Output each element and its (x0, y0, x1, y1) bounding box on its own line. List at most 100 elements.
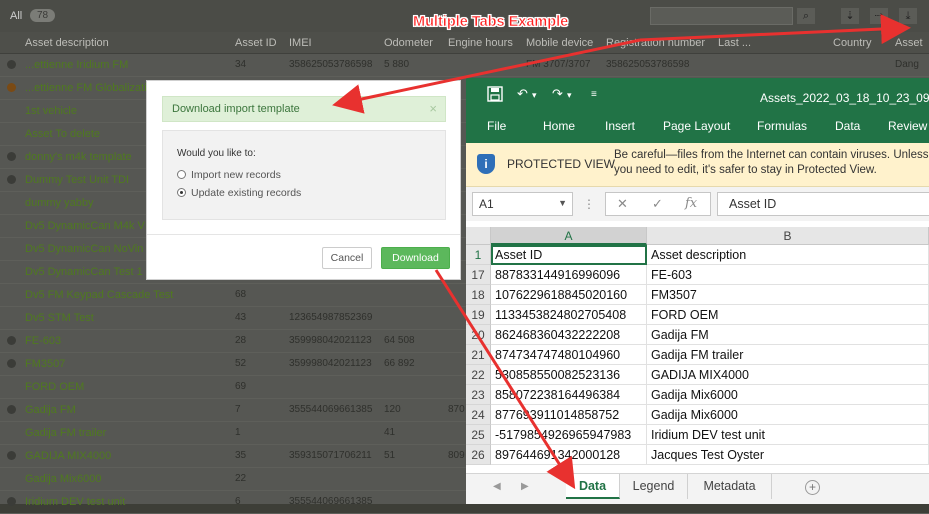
cell-asset-description[interactable]: Gadija FM (647, 325, 929, 345)
cell-asset-id[interactable]: 1133453824802705408 (491, 305, 647, 325)
next-sheet-icon[interactable]: ▶ (521, 481, 529, 492)
cell-asset-description[interactable]: Gadija Mix6000 (647, 405, 929, 425)
asset-name-cell[interactable]: Dv5 DynamicCan Test 1 V (25, 266, 153, 278)
row-header[interactable]: 1 (466, 245, 491, 265)
download-icon[interactable]: ⤓ (899, 8, 917, 24)
function-icon[interactable]: fx (685, 196, 697, 211)
check-icon[interactable]: ✓ (652, 196, 663, 212)
menu-home[interactable]: Home (543, 119, 575, 133)
cell-asset-id[interactable]: 858072238164496384 (491, 385, 647, 405)
row-header[interactable]: 18 (466, 285, 491, 305)
redo-icon[interactable]: ↷ (552, 86, 563, 102)
menu-formulas[interactable]: Formulas (757, 119, 807, 133)
cell-asset-id[interactable]: 1076229618845020160 (491, 285, 647, 305)
asset-name-cell[interactable]: Gadija FM (25, 404, 76, 416)
sheet-tab-legend[interactable]: Legend (620, 474, 688, 499)
cell-asset-description[interactable]: Gadija Mix6000 (647, 385, 929, 405)
asset-name-cell[interactable]: Dv5 DynamicCan NoVin (25, 243, 143, 255)
prev-sheet-icon[interactable]: ◀ (493, 481, 501, 492)
cell-asset-description[interactable]: FORD OEM (647, 305, 929, 325)
cancel-button[interactable]: Cancel (322, 247, 372, 269)
download-button[interactable]: Download (381, 247, 450, 269)
cell-asset-description[interactable]: GADIJA MIX4000 (647, 365, 929, 385)
asset-name-cell[interactable]: Dv5 FM Keypad Cascade Test (25, 289, 173, 301)
asset-name-cell[interactable]: Gadija Mix6000 (25, 473, 101, 485)
column-header-a[interactable]: A (491, 227, 647, 245)
undo-dropdown-icon[interactable]: ▾ (532, 90, 537, 101)
sheet-tab-metadata[interactable]: Metadata (688, 474, 772, 499)
col-odometer[interactable]: Odometer (384, 37, 433, 49)
row-header[interactable]: 22 (466, 365, 491, 385)
asset-name-cell[interactable]: 1st vehicle (25, 105, 77, 117)
row-header[interactable]: 19 (466, 305, 491, 325)
asset-name-cell[interactable]: ...ettienne FM Globalization (25, 82, 159, 94)
cell-asset-description[interactable]: Jacques Test Oyster (647, 445, 929, 465)
asset-name-cell[interactable]: Iridium DEV test unit (25, 496, 125, 508)
radio-update-existing[interactable] (177, 188, 186, 197)
asset-name-cell[interactable]: Gadija FM trailer (25, 427, 106, 439)
option-import-new[interactable]: Import new records (177, 169, 281, 181)
cell-asset-description[interactable]: FE-603 (647, 265, 929, 285)
undo-icon[interactable]: ↶ (517, 86, 528, 102)
asset-name-cell[interactable]: dummy yabby (25, 197, 93, 209)
asset-name-cell[interactable]: GADIJA MIX4000 (25, 450, 111, 462)
save-icon[interactable] (487, 86, 503, 105)
row-header[interactable]: 25 (466, 425, 491, 445)
col-asset-description[interactable]: Asset description (25, 37, 109, 49)
cell-asset-id[interactable]: Asset ID (491, 245, 647, 265)
tab-all[interactable]: All (10, 10, 22, 22)
asset-name-cell[interactable]: FE-603 (25, 335, 61, 347)
radio-import-new[interactable] (177, 170, 186, 179)
cell-asset-id[interactable]: 874734747480104960 (491, 345, 647, 365)
export-icon[interactable]: ⇢ (870, 8, 888, 24)
menu-insert[interactable]: Insert (605, 119, 635, 133)
col-mobile-device[interactable]: Mobile device (526, 37, 593, 49)
asset-name-cell[interactable]: FM3507 (25, 358, 65, 370)
row-header[interactable]: 24 (466, 405, 491, 425)
asset-name-cell[interactable]: ...ettienne Iridium FM (25, 59, 128, 71)
asset-name-cell[interactable]: Dv5 STM Test (25, 312, 94, 324)
col-engine-hours[interactable]: Engine hours (448, 37, 513, 49)
col-asset[interactable]: Asset (895, 37, 923, 49)
cell-asset-id[interactable]: 877693911014858752 (491, 405, 647, 425)
cell-asset-id[interactable]: -5179854926965947983 (491, 425, 647, 445)
cell-asset-description[interactable]: Asset description (647, 245, 929, 265)
row-header[interactable]: 20 (466, 325, 491, 345)
column-header-b[interactable]: B (647, 227, 929, 245)
cell-asset-description[interactable]: Gadija FM trailer (647, 345, 929, 365)
col-asset-id[interactable]: Asset ID (235, 37, 277, 49)
table-row[interactable]: ...ettienne Iridium FM 34 358625053786598 5… (0, 54, 929, 77)
customize-qat-icon[interactable]: ≡ (591, 89, 597, 100)
row-header[interactable]: 26 (466, 445, 491, 465)
cell-asset-id[interactable]: 862468360432222208 (491, 325, 647, 345)
cancel-icon[interactable]: ✕ (617, 196, 628, 212)
option-update-existing[interactable]: Update existing records (177, 187, 301, 199)
search-icon[interactable]: ⌕ (797, 8, 815, 24)
menu-page-layout[interactable]: Page Layout (663, 119, 730, 133)
search-input[interactable] (650, 7, 793, 25)
import-icon[interactable]: ⇣ (841, 8, 859, 24)
row-header[interactable]: 23 (466, 385, 491, 405)
formula-input[interactable]: Asset ID (717, 192, 929, 216)
menu-file[interactable]: File (487, 119, 506, 133)
menu-data[interactable]: Data (835, 119, 860, 133)
asset-name-cell[interactable]: donny's m4k template (25, 151, 132, 163)
sheet-tab-data[interactable]: Data (566, 474, 620, 499)
name-box[interactable]: A1 ▼ (472, 192, 573, 216)
cell-asset-id[interactable]: 530858550082523136 (491, 365, 647, 385)
col-last[interactable]: Last ... (718, 37, 751, 49)
menu-review[interactable]: Review (888, 119, 927, 133)
close-icon[interactable]: × (429, 101, 437, 116)
add-sheet-icon[interactable]: + (805, 480, 820, 495)
col-country[interactable]: Country (833, 37, 872, 49)
asset-name-cell[interactable]: Dv5 DynamicCan M4k VIN (25, 220, 156, 232)
select-all-corner[interactable] (466, 227, 491, 245)
cell-asset-description[interactable]: Iridium DEV test unit (647, 425, 929, 445)
redo-dropdown-icon[interactable]: ▾ (567, 90, 572, 101)
cell-asset-description[interactable]: FM3507 (647, 285, 929, 305)
cell-asset-id[interactable]: 897644691342000128 (491, 445, 647, 465)
row-header[interactable]: 21 (466, 345, 491, 365)
cell-asset-id[interactable]: 887833144916996096 (491, 265, 647, 285)
col-registration[interactable]: Registration number (606, 37, 705, 49)
row-header[interactable]: 17 (466, 265, 491, 285)
